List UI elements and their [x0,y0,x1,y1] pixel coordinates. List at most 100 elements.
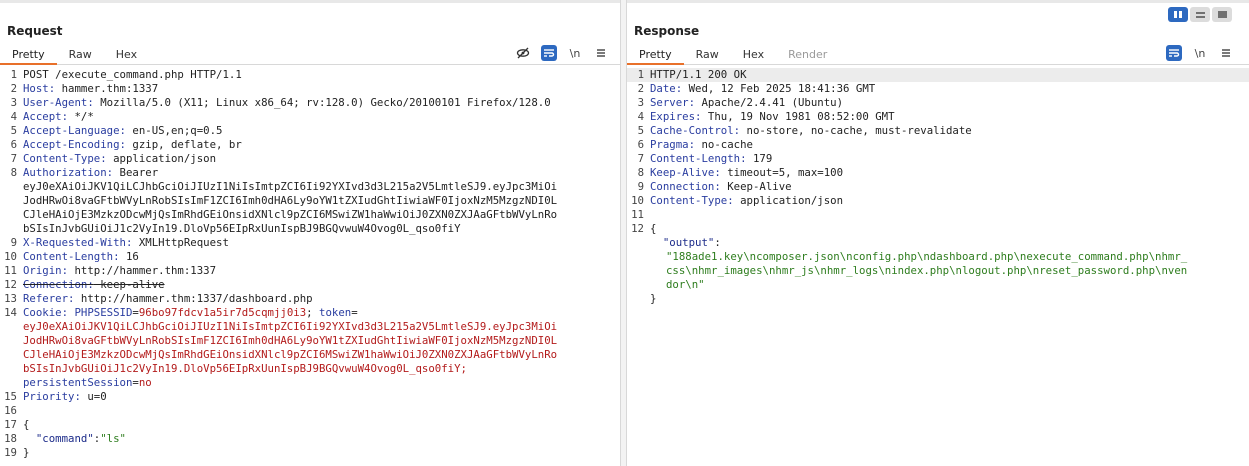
code-text: Accept: [23,110,69,123]
line-number: 9 [637,180,644,193]
code-text: Content-Type: [650,194,734,207]
tab-request-pretty[interactable]: Pretty [0,45,57,65]
code-line: 2 Date: Wed, 12 Feb 2025 18:41:36 GMT [627,82,1249,96]
tab-response-render[interactable]: Render [776,45,839,65]
newline-toggle[interactable]: \n [567,45,583,61]
code-line: 12 Connection: keep-alive [0,278,620,292]
code-text: Content-Length: [650,152,747,165]
code-text: Authorization: Bearer [23,166,159,179]
newline-toggle[interactable]: \n [1192,45,1208,61]
pane-divider[interactable] [620,0,627,466]
line-number: 16 [4,404,17,417]
code-line: 11 Origin: http://hammer.thm:1337 [0,264,620,278]
request-tools: \n [515,45,609,61]
line-number: 7 [10,152,17,165]
line-number: 6 [10,138,17,151]
response-title: Response [634,24,700,38]
line-number [627,292,644,306]
line-number: 4 [637,110,644,123]
code-text: Expires: [650,110,702,123]
code-text: Cookie: [23,306,69,319]
code-line: 16 [0,404,620,418]
request-title: Request [7,24,63,38]
code-continuation: JodHRwOi8vaGFtbWVyLnRobSIsImF1ZCI6Imh0dH… [23,334,558,347]
line-number: 3 [10,96,17,109]
line-number: 11 [4,264,17,277]
code-line: 6 Pragma: no-cache [627,138,1249,152]
code-text: Server: [650,96,696,109]
code-line: 15 Priority: u=0 [0,390,620,404]
line-number: 15 [4,390,17,403]
code-line: 1 HTTP/1.1 200 OK [627,68,1249,82]
code-text: Referer: [23,292,75,305]
line-number: 19 [4,446,17,459]
line-number: 14 [4,306,17,319]
code-line: 3 User-Agent: Mozilla/5.0 (X11; Linux x86… [0,96,620,110]
code-text: Keep-Alive: [650,166,721,179]
code-text: Content-Type: application/json [650,194,844,207]
line-number: 5 [637,124,644,137]
tab-response-pretty[interactable]: Pretty [627,45,684,65]
code-text: Origin: http://hammer.thm:1337 [23,264,217,277]
code-text: Origin: [23,264,69,277]
code-text: Accept: */* [23,110,94,123]
code-continuation: "188ade1.key\ncomposer.json\nconfig.php\… [666,250,1188,263]
code-text: Accept-Encoding: gzip, deflate, br [23,138,242,151]
code-text: 96bo97fdcv1a5ir7d5cqmjj0i3 [138,306,307,319]
code-text: Content-Length: 179 [650,152,773,165]
code-line: 10 Content-Length: 16 [0,250,620,264]
code-line: 4 Accept: */* [0,110,620,124]
line-number: 2 [10,82,17,95]
code-text: Cache-Control: no-store, no-cache, must-… [650,124,972,137]
code-text: PHPSESSID [68,306,133,319]
line-number: 5 [10,124,17,137]
code-continuation: css\nhmr_images\nhmr_js\nhmr_logs\nindex… [666,264,1188,277]
line-number: 3 [637,96,644,109]
code-line: 10 Content-Type: application/json [627,194,1249,208]
line-number: 2 [637,82,644,95]
code-line: 1 POST /execute_command.php HTTP/1.1 [0,68,620,82]
code-text: Server: Apache/2.4.41 (Ubuntu) [650,96,844,109]
code-text: Content-Type: application/json [23,152,217,165]
tab-response-raw[interactable]: Raw [684,45,731,65]
code-line: 13 Referer: http://hammer.thm:1337/dashbo… [0,292,620,306]
code-text: User-Agent: [23,96,94,109]
wrap-icon[interactable] [1166,45,1182,61]
code-continuation: bSIsInJvbGUiOiJ1c2VyIn19.DloVp56EIpRxUun… [23,362,467,375]
tab-response-hex[interactable]: Hex [731,45,776,65]
code-text: Date: [650,82,683,95]
menu-icon[interactable] [1218,45,1234,61]
tab-request-raw[interactable]: Raw [57,45,104,65]
line-number: 13 [4,292,17,305]
code-text: X-Requested-With: [23,236,133,249]
eye-off-icon[interactable] [515,45,531,61]
code-text: { [23,418,30,431]
request-editor[interactable]: 1 POST /execute_command.php HTTP/1.1 2 Hos… [0,68,620,460]
wrap-icon[interactable] [541,45,557,61]
line-number: 12 [4,278,17,291]
code-text: "output" [662,236,715,249]
code-text: Content-Type: [23,152,107,165]
code-text: Connection: Keep-Alive [650,180,792,193]
code-text: "command" [35,432,94,445]
response-editor[interactable]: 1 HTTP/1.1 200 OK 2 Date: Wed, 12 Feb 2025… [627,68,1249,306]
line-number: 18 [4,432,17,445]
code-continuation: eyJ0eXAiOiJKV1QiLCJhbGciOiJIUzI1NiIsImtp… [23,180,558,193]
code-line: 3 Server: Apache/2.4.41 (Ubuntu) [627,96,1249,110]
code-line: 17 { [0,418,620,432]
code-line: 11 [627,208,1249,222]
code-line: 19} [0,446,620,460]
code-text: "output": [662,236,721,249]
code-text: Date: Wed, 12 Feb 2025 18:41:36 GMT [650,82,876,95]
code-text: Priority: [23,390,81,403]
menu-icon[interactable] [593,45,609,61]
code-line: 8 Authorization: Bearer [0,166,620,180]
line-number [627,236,644,250]
code-line: 2 Host: hammer.thm:1337 [0,82,620,96]
tab-request-hex[interactable]: Hex [104,45,149,65]
code-text: Pragma: [650,138,696,151]
line-number: 10 [631,194,644,207]
code-text: Connection: [23,278,94,291]
code-text: Host: [23,82,56,95]
code-text: Priority: u=0 [23,390,107,403]
